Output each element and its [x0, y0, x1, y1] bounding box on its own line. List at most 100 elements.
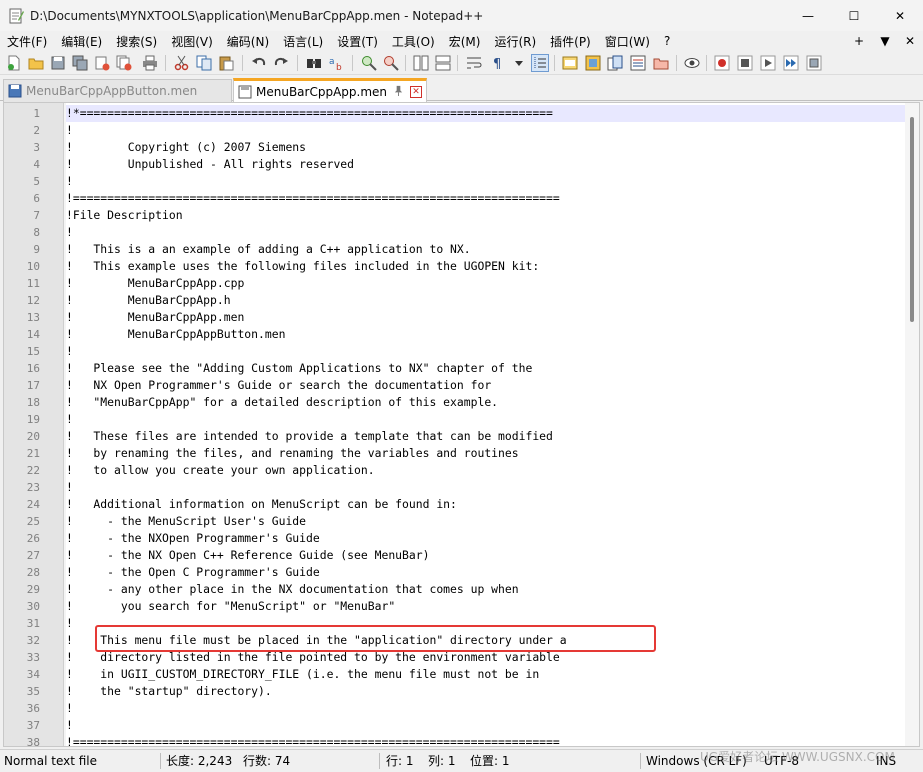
code-line[interactable]: ! NX Open Programmer's Guide or search t…: [66, 377, 905, 394]
close-file-icon[interactable]: [94, 55, 110, 71]
copy-icon[interactable]: [196, 55, 212, 71]
line-number: 15: [26, 345, 40, 358]
show-all-dropdown-icon[interactable]: [511, 55, 527, 71]
menu-run[interactable]: 运行(R): [487, 33, 543, 50]
menu-tools[interactable]: 工具(O): [385, 33, 442, 50]
code-line[interactable]: ! "MenuBarCppApp" for a detailed descrip…: [66, 394, 905, 411]
indent-guide-icon[interactable]: [531, 54, 549, 72]
code-line[interactable]: ! Additional information on MenuScript c…: [66, 496, 905, 513]
replace-icon[interactable]: ab: [328, 55, 344, 71]
code-line[interactable]: ! These files are intended to provide a …: [66, 428, 905, 445]
show-all-characters-icon[interactable]: ¶: [490, 55, 506, 71]
code-line[interactable]: !: [66, 224, 905, 241]
code-line[interactable]: !: [66, 700, 905, 717]
word-wrap-icon[interactable]: [466, 55, 482, 71]
code-line[interactable]: ! Unpublished - All rights reserved: [66, 156, 905, 173]
menu-plugins[interactable]: 插件(P): [543, 33, 598, 50]
document-list-icon[interactable]: [607, 55, 623, 71]
line-number: 8: [33, 226, 40, 239]
close-document-button[interactable]: ✕: [899, 31, 921, 51]
code-line[interactable]: !: [66, 411, 905, 428]
code-line[interactable]: ! - the MenuScript User's Guide: [66, 513, 905, 530]
tab-list-dropdown-button[interactable]: ▼: [874, 31, 896, 51]
macro-record-icon[interactable]: [714, 55, 730, 71]
code-line[interactable]: !*======================================…: [66, 105, 905, 122]
code-line[interactable]: ! - the Open C Programmer's Guide: [66, 564, 905, 581]
redo-icon[interactable]: [273, 55, 289, 71]
macro-play-icon[interactable]: [760, 55, 776, 71]
function-list-icon[interactable]: [630, 55, 646, 71]
user-language-icon[interactable]: [562, 55, 578, 71]
undo-icon[interactable]: [251, 55, 267, 71]
code-line[interactable]: !File Description: [66, 207, 905, 224]
new-file-icon[interactable]: [6, 55, 22, 71]
new-tab-plus-button[interactable]: +: [848, 31, 870, 51]
code-line-text: !File Description: [66, 208, 183, 222]
code-line[interactable]: ! MenuBarCppAppButton.men: [66, 326, 905, 343]
zoom-out-icon[interactable]: [383, 55, 399, 71]
monitoring-eye-icon[interactable]: [684, 55, 700, 71]
close-all-icon[interactable]: [116, 55, 132, 71]
code-line[interactable]: ! in UGII_CUSTOM_DIRECTORY_FILE (i.e. th…: [66, 666, 905, 683]
code-line[interactable]: ! MenuBarCppApp.h: [66, 292, 905, 309]
open-file-icon[interactable]: [28, 55, 44, 71]
folder-as-workspace-icon[interactable]: [653, 55, 669, 71]
menu-edit[interactable]: 编辑(E): [54, 33, 109, 50]
menu-window[interactable]: 窗口(W): [598, 33, 657, 50]
menu-view[interactable]: 视图(V): [164, 33, 220, 50]
code-line[interactable]: ! Copyright (c) 2007 Siemens: [66, 139, 905, 156]
sync-horizontal-icon[interactable]: [435, 55, 451, 71]
macro-run-multiple-icon[interactable]: [783, 55, 799, 71]
tab-close-icon[interactable]: ✕: [410, 85, 423, 98]
code-line[interactable]: !: [66, 717, 905, 734]
code-line[interactable]: !: [66, 173, 905, 190]
save-all-icon[interactable]: [72, 55, 88, 71]
scrollbar-thumb[interactable]: [910, 117, 914, 322]
menu-encoding[interactable]: 编码(N): [220, 33, 276, 50]
code-line[interactable]: ! - the NX Open C++ Reference Guide (see…: [66, 547, 905, 564]
code-line[interactable]: !=======================================…: [66, 734, 905, 746]
code-line[interactable]: !=======================================…: [66, 190, 905, 207]
vertical-scrollbar[interactable]: [905, 103, 919, 746]
code-line[interactable]: !: [66, 479, 905, 496]
menu-help[interactable]: ?: [657, 34, 677, 48]
print-icon[interactable]: [142, 55, 158, 71]
code-line-text: !: [66, 616, 73, 630]
macro-save-icon[interactable]: [806, 55, 822, 71]
code-line[interactable]: ! to allow you create your own applicati…: [66, 462, 905, 479]
zoom-in-icon[interactable]: [361, 55, 377, 71]
sync-vertical-icon[interactable]: [413, 55, 429, 71]
menu-macro[interactable]: 宏(M): [442, 33, 488, 50]
close-window-button[interactable]: ✕: [877, 0, 923, 31]
code-line[interactable]: ! MenuBarCppApp.men: [66, 309, 905, 326]
paste-icon[interactable]: [218, 55, 234, 71]
menu-file[interactable]: 文件(F): [0, 33, 54, 50]
menu-search[interactable]: 搜索(S): [109, 33, 164, 50]
tab-menubarcppappbutton[interactable]: MenuBarCppAppButton.men: [3, 79, 232, 102]
code-line-text: ! - the Open C Programmer's Guide: [66, 565, 320, 579]
cut-icon[interactable]: [174, 55, 190, 71]
tab-menubarcppapp[interactable]: MenuBarCppApp.men ✕: [233, 78, 427, 102]
line-number: 17: [26, 379, 40, 392]
code-line[interactable]: !: [66, 343, 905, 360]
menu-settings[interactable]: 设置(T): [330, 33, 385, 50]
code-line[interactable]: ! - any other place in the NX documentat…: [66, 581, 905, 598]
code-line[interactable]: ! Please see the "Adding Custom Applicat…: [66, 360, 905, 377]
code-line[interactable]: ! This example uses the following files …: [66, 258, 905, 275]
maximize-button[interactable]: ☐: [831, 0, 877, 31]
pin-icon[interactable]: [393, 85, 404, 99]
menu-language[interactable]: 语言(L): [276, 33, 330, 50]
code-line[interactable]: ! the "startup" directory).: [66, 683, 905, 700]
code-line[interactable]: !: [66, 122, 905, 139]
code-line[interactable]: ! you search for "MenuScript" or "MenuBa…: [66, 598, 905, 615]
minimize-button[interactable]: —: [785, 0, 831, 31]
macro-stop-icon[interactable]: [737, 55, 753, 71]
code-line[interactable]: ! by renaming the files, and renaming th…: [66, 445, 905, 462]
saved-file-icon: [238, 85, 252, 99]
code-line[interactable]: ! This is a an example of adding a C++ a…: [66, 241, 905, 258]
save-icon[interactable]: [50, 55, 66, 71]
code-line[interactable]: ! MenuBarCppApp.cpp: [66, 275, 905, 292]
find-icon[interactable]: [306, 55, 322, 71]
document-map-icon[interactable]: [585, 55, 601, 71]
code-line[interactable]: ! - the NXOpen Programmer's Guide: [66, 530, 905, 547]
